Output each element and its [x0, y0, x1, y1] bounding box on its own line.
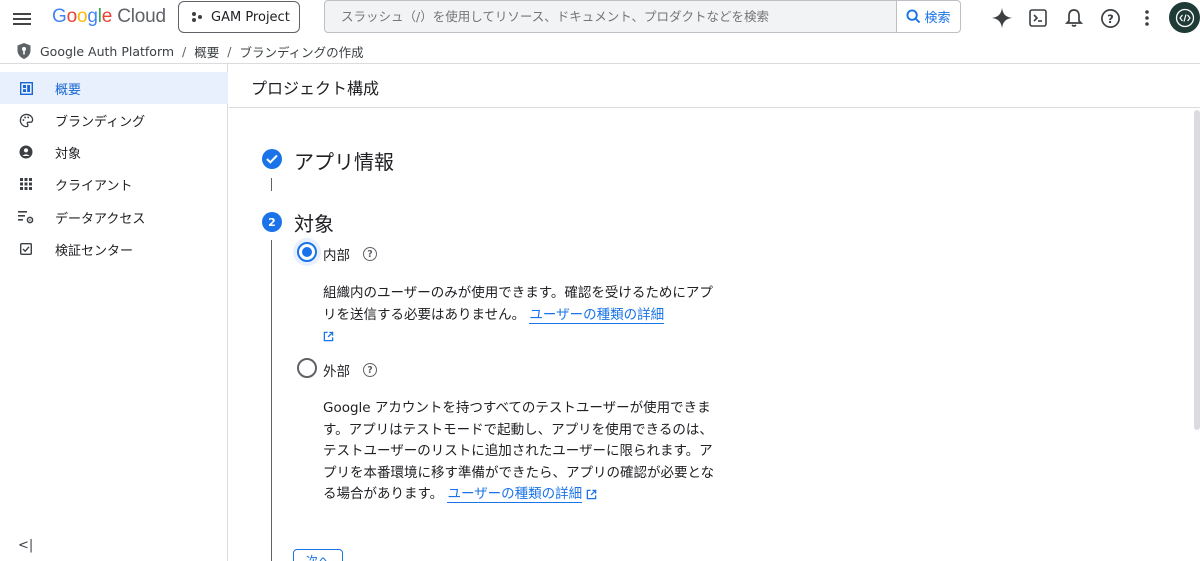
step-complete-check-icon [262, 149, 282, 169]
search-button[interactable]: 検索 [896, 1, 960, 32]
external-link-icon[interactable] [323, 331, 334, 342]
avatar[interactable] [1169, 2, 1200, 33]
person-icon [18, 144, 34, 160]
svg-text:?: ? [1107, 11, 1114, 25]
internal-help-icon[interactable]: ? [363, 247, 377, 261]
search-icon [906, 9, 921, 24]
sidebar-item-label: 概要 [55, 83, 82, 98]
external-radio[interactable] [297, 358, 317, 378]
sidebar: 概要 ブランディング 対象 クライアント データアクセス 検証センター <| [0, 64, 228, 561]
sidebar-item-audience[interactable]: 対象 [0, 136, 228, 168]
external-link-icon[interactable] [586, 489, 597, 500]
external-help-icon[interactable]: ? [363, 363, 377, 377]
breadcrumb-separator: / [182, 43, 187, 59]
sidebar-item-clients[interactable]: クライアント [0, 168, 228, 200]
sidebar-item-label: クライアント [55, 179, 133, 194]
external-radio-label[interactable]: 外部 [323, 360, 350, 380]
dashboard-icon [18, 80, 34, 96]
project-name: GAM Project [211, 9, 290, 25]
notifications-bell-icon[interactable] [1061, 5, 1087, 31]
main-header: プロジェクト構成 [229, 64, 1200, 108]
grid-icon [18, 176, 34, 192]
top-bar: Google Cloud GAM Project 検索 ? [0, 0, 1200, 38]
user-type-details-link[interactable]: ユーザーの種類の詳細 [529, 306, 665, 324]
stepper-connector [271, 240, 272, 561]
gemini-sparkle-icon[interactable] [989, 5, 1015, 31]
breadcrumb-separator: / [227, 43, 232, 59]
more-options-icon[interactable] [1134, 5, 1160, 31]
scrollbar[interactable] [1194, 110, 1200, 430]
stepper-connector [271, 178, 272, 191]
breadcrumb-overview[interactable]: 概要 [194, 42, 219, 61]
step-audience-title: 対象 [294, 212, 334, 236]
external-description: Google アカウントを持つすべてのテストユーザーが使用できます。アプリはテス… [323, 398, 719, 506]
help-icon[interactable]: ? [1097, 5, 1123, 31]
sidebar-item-label: データアクセス [55, 212, 146, 227]
data-settings-icon [18, 209, 34, 225]
sidebar-item-branding[interactable]: ブランディング [0, 104, 228, 136]
sidebar-item-label: 対象 [55, 147, 82, 162]
search-bar: 検索 [324, 0, 961, 33]
checkbox-icon [18, 241, 34, 257]
internal-radio[interactable] [297, 242, 317, 262]
sidebar-item-label: ブランディング [55, 115, 146, 130]
page-title: プロジェクト構成 [251, 79, 380, 98]
code-avatar-icon [1175, 8, 1194, 27]
sidebar-item-data-access[interactable]: データアクセス [0, 201, 228, 233]
project-icon [192, 12, 202, 22]
palette-icon [18, 112, 34, 128]
search-input[interactable] [325, 1, 896, 32]
sidebar-item-verification-center[interactable]: 検証センター [0, 233, 228, 265]
breadcrumb-current: ブランディングの作成 [239, 44, 364, 60]
breadcrumb-auth-platform[interactable]: Google Auth Platform [40, 44, 174, 59]
internal-description: 組織内のユーザーのみが使用できます。確認を受けるためにアプリを送信する必要はあり… [323, 283, 719, 348]
next-button[interactable]: 次へ [293, 549, 343, 561]
sidebar-item-overview[interactable]: 概要 [0, 72, 228, 104]
breadcrumb: Google Auth Platform / 概要 / ブランディングの作成 [16, 41, 364, 61]
step-number-badge: 2 [262, 212, 282, 232]
project-selector-button[interactable]: GAM Project [178, 1, 300, 33]
cloud-shell-icon[interactable] [1025, 5, 1051, 31]
step-app-info-title[interactable]: アプリ情報 [294, 146, 394, 175]
internal-radio-label[interactable]: 内部 [323, 244, 350, 264]
google-cloud-logo[interactable]: Google Cloud [52, 6, 166, 28]
collapse-sidebar-button[interactable]: <| [18, 538, 33, 553]
sidebar-item-label: 検証センター [55, 244, 134, 259]
shield-key-icon [17, 43, 31, 59]
search-button-label: 検索 [924, 11, 951, 26]
user-type-details-link[interactable]: ユーザーの種類の詳細 [447, 486, 583, 503]
menu-icon[interactable] [10, 7, 34, 31]
